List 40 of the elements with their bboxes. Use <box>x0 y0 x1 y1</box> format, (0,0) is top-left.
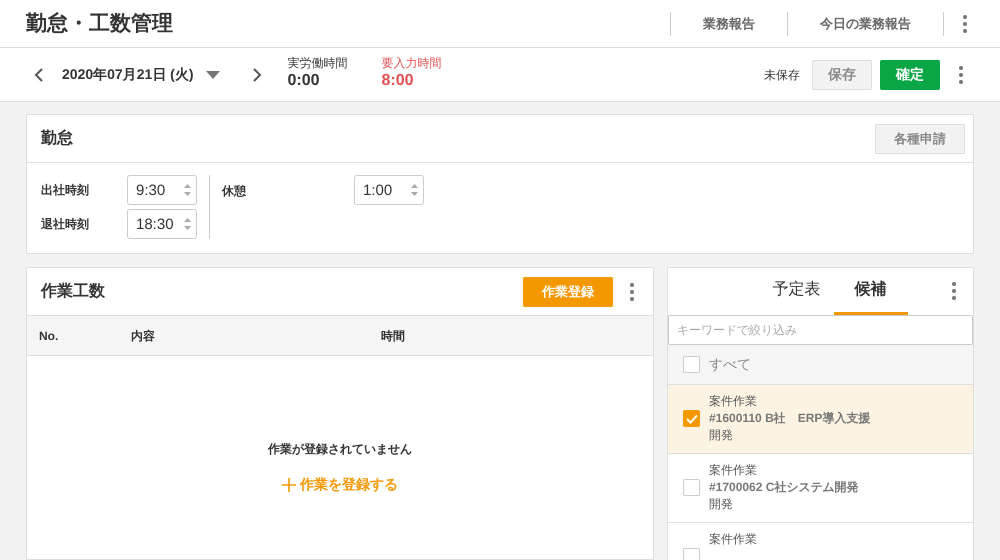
plus-icon <box>282 478 296 492</box>
time-field[interactable]: 18:30 <box>127 209 197 239</box>
card-title: 作業工数 <box>41 282 106 302</box>
checkbox[interactable] <box>683 410 700 427</box>
checkbox[interactable] <box>683 548 700 560</box>
tab[interactable]: 候補 <box>834 268 908 315</box>
date-label: 2020年07月21日 (火) <box>62 65 194 84</box>
item-category: 案件作業 <box>709 462 758 479</box>
item-category: 案件作業 <box>709 531 757 548</box>
nav-link[interactable]: 業務報告 <box>703 14 755 34</box>
nav-link[interactable]: 今日の業務報告 <box>820 14 911 34</box>
column-header: No. <box>39 328 60 344</box>
save-status: 未保存 <box>764 66 800 84</box>
checkbox[interactable] <box>683 479 700 496</box>
checkbox[interactable] <box>683 356 700 373</box>
empty-message: 作業が登録されていません <box>268 441 412 458</box>
column-header: 内容 <box>131 328 156 344</box>
next-icon[interactable] <box>252 66 264 82</box>
search-field[interactable]: キーワードで絞り込み <box>668 315 973 345</box>
item-project: #1600110 B社 ERP導入支援 <box>709 410 870 427</box>
time-field[interactable]: 9:30 <box>127 175 197 205</box>
item-phase: 開発 <box>709 427 734 444</box>
page-title: 勤怠・工数管理 <box>26 10 174 37</box>
candidate-item[interactable]: 案件作業 #1600110 B社 ERP導入支援 開発 <box>668 385 973 454</box>
stat-label: 要入力時間 <box>382 56 443 71</box>
field-label: 退社時刻 <box>41 216 90 233</box>
column-header: 時間 <box>381 328 405 344</box>
item-project: #1700062 C社システム開発 <box>709 479 858 496</box>
dropdown-icon[interactable] <box>206 70 220 80</box>
field-label: 休憩 <box>222 183 247 200</box>
field-label: 出社時刻 <box>41 182 90 199</box>
stat-value: 8:00 <box>382 71 415 91</box>
select-all-label: すべて <box>709 355 751 374</box>
stat-label: 実労働時間 <box>288 56 349 71</box>
item-phase: 開発 <box>709 496 734 513</box>
time-field[interactable]: 1:00 <box>354 175 424 205</box>
card-title: 勤怠 <box>41 128 73 148</box>
tab[interactable]: 予定表 <box>760 268 834 315</box>
item-category: 案件作業 <box>709 393 758 410</box>
stat-value: 0:00 <box>288 71 321 91</box>
